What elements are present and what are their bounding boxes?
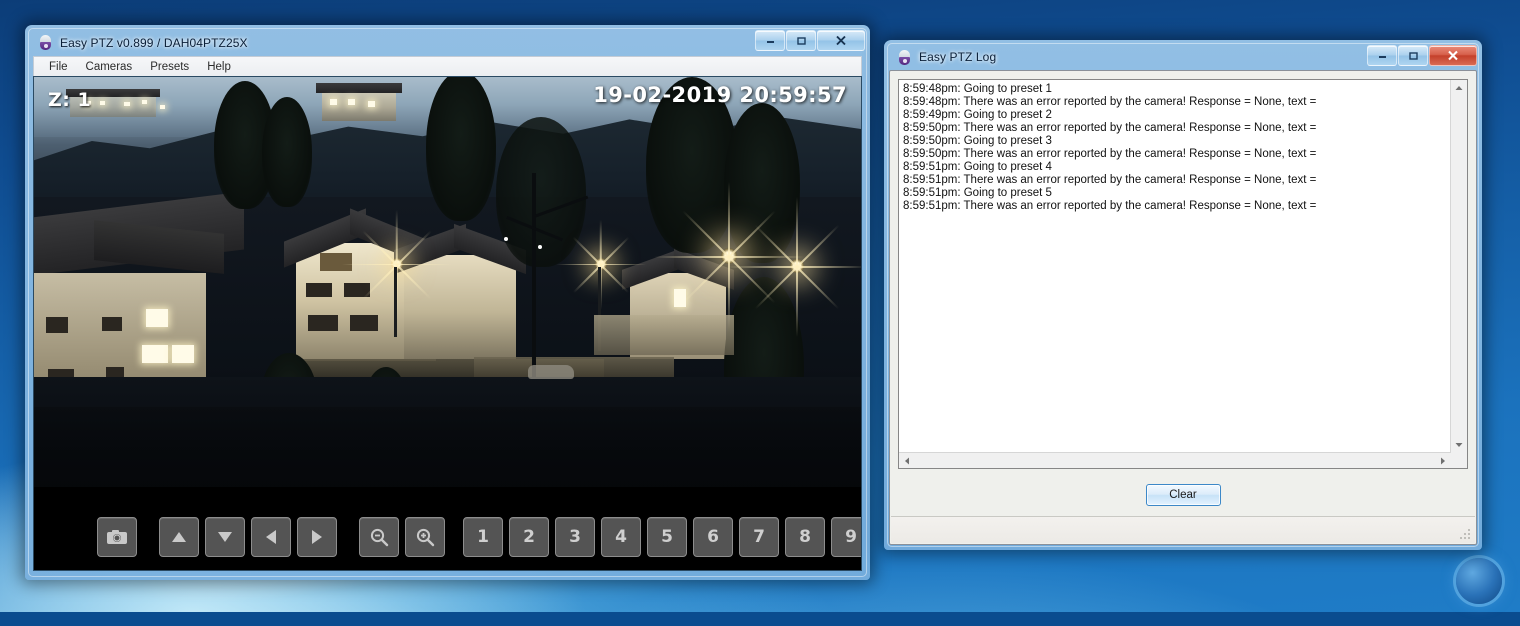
ptz-window-buttons <box>755 30 865 51</box>
log-line: 8:59:50pm: There was an error reported b… <box>903 148 1317 160</box>
arrow-down-icon <box>218 532 232 542</box>
resize-grip-icon[interactable] <box>1459 528 1471 540</box>
preset-button-5[interactable]: 5 <box>647 517 687 557</box>
zoom-in-icon <box>416 528 435 547</box>
log-line: 8:59:51pm: There was an error reported b… <box>903 174 1317 186</box>
ptz-control-bar: 1 2 3 4 5 6 7 8 9 10 <box>34 487 861 570</box>
desktop-orb <box>1456 558 1502 604</box>
log-line: 8:59:51pm: Going to preset 4 <box>903 161 1052 173</box>
zoom-in-button[interactable] <box>405 517 445 557</box>
clear-button[interactable]: Clear <box>1145 484 1221 506</box>
log-line: 8:59:48pm: Going to preset 1 <box>903 83 1052 95</box>
log-window-title: Easy PTZ Log <box>919 50 997 64</box>
scroll-right-button[interactable] <box>1435 453 1451 468</box>
ptz-menubar: File Cameras Presets Help <box>33 56 862 76</box>
preset-button-7[interactable]: 7 <box>739 517 779 557</box>
ptz-window-title: Easy PTZ v0.899 / DAH04PTZ25X <box>60 35 248 50</box>
scroll-up-icon <box>1455 86 1463 90</box>
scroll-left-button[interactable] <box>899 453 915 468</box>
clear-button-row: Clear <box>890 477 1476 513</box>
log-line: 8:59:50pm: There was an error reported b… <box>903 122 1317 134</box>
camera-video-feed <box>34 77 861 529</box>
maximize-button[interactable] <box>786 30 816 51</box>
log-window-buttons <box>1367 45 1477 66</box>
preset-button-3[interactable]: 3 <box>555 517 595 557</box>
preset-button-9[interactable]: 9 <box>831 517 861 557</box>
close-button[interactable] <box>1429 45 1477 66</box>
ptz-main-window: Easy PTZ v0.899 / DAH04PTZ25X File Camer… <box>25 25 870 580</box>
pan-up-button[interactable] <box>159 517 199 557</box>
menu-item-cameras[interactable]: Cameras <box>77 59 142 75</box>
log-vertical-scrollbar[interactable] <box>1450 80 1467 453</box>
log-line: 8:59:50pm: Going to preset 3 <box>903 135 1052 147</box>
minimize-button[interactable] <box>1367 45 1397 66</box>
ptz-camera-icon <box>38 35 53 50</box>
ptz-camera-icon <box>897 49 912 65</box>
snapshot-button[interactable] <box>97 517 137 557</box>
preset-button-2[interactable]: 2 <box>509 517 549 557</box>
pan-right-button[interactable] <box>297 517 337 557</box>
log-line: 8:59:49pm: Going to preset 2 <box>903 109 1052 121</box>
close-button[interactable] <box>817 30 865 51</box>
minimize-button[interactable] <box>755 30 785 51</box>
ptz-titlebar[interactable]: Easy PTZ v0.899 / DAH04PTZ25X <box>29 29 866 56</box>
arrow-left-icon <box>266 530 276 544</box>
preset-button-1[interactable]: 1 <box>463 517 503 557</box>
arrow-up-icon <box>172 532 186 542</box>
pan-down-button[interactable] <box>205 517 245 557</box>
log-line: 8:59:51pm: There was an error reported b… <box>903 200 1317 212</box>
scroll-down-icon <box>1455 443 1463 447</box>
scrollbar-corner <box>1451 453 1467 468</box>
video-area[interactable]: Z: 1 19-02-2019 20:59:57 1 2 3 4 5 6 7 8… <box>33 76 862 571</box>
zoom-out-icon <box>370 528 389 547</box>
maximize-button[interactable] <box>1398 45 1428 66</box>
pan-left-button[interactable] <box>251 517 291 557</box>
menu-item-presets[interactable]: Presets <box>141 59 198 75</box>
scroll-right-icon <box>1441 457 1445 464</box>
preset-button-8[interactable]: 8 <box>785 517 825 557</box>
scroll-left-icon <box>905 457 909 464</box>
scroll-down-button[interactable] <box>1451 437 1467 453</box>
zoom-level-osd: Z: 1 <box>48 89 92 111</box>
log-textarea[interactable]: 8:59:48pm: Going to preset 1 8:59:48pm: … <box>898 79 1468 469</box>
zoom-out-button[interactable] <box>359 517 399 557</box>
log-line: 8:59:48pm: There was an error reported b… <box>903 96 1317 108</box>
ptz-control-row: 1 2 3 4 5 6 7 8 9 10 <box>97 517 861 557</box>
log-window-body: 8:59:48pm: Going to preset 1 8:59:48pm: … <box>889 70 1477 545</box>
preset-button-6[interactable]: 6 <box>693 517 733 557</box>
timestamp-osd: 19-02-2019 20:59:57 <box>593 83 847 107</box>
log-status-bar <box>891 516 1475 543</box>
arrow-right-icon <box>312 530 322 544</box>
log-titlebar[interactable]: Easy PTZ Log <box>888 44 1478 70</box>
scroll-up-button[interactable] <box>1451 80 1467 96</box>
menu-item-file[interactable]: File <box>40 59 77 75</box>
menu-item-help[interactable]: Help <box>198 59 240 75</box>
log-window: Easy PTZ Log 8:59:48pm: Going to preset … <box>884 40 1482 550</box>
log-horizontal-scrollbar[interactable] <box>899 452 1451 468</box>
log-lines: 8:59:48pm: Going to preset 1 8:59:48pm: … <box>903 83 1447 213</box>
preset-button-4[interactable]: 4 <box>601 517 641 557</box>
log-line: 8:59:51pm: Going to preset 5 <box>903 187 1052 199</box>
camera-icon <box>107 530 127 544</box>
